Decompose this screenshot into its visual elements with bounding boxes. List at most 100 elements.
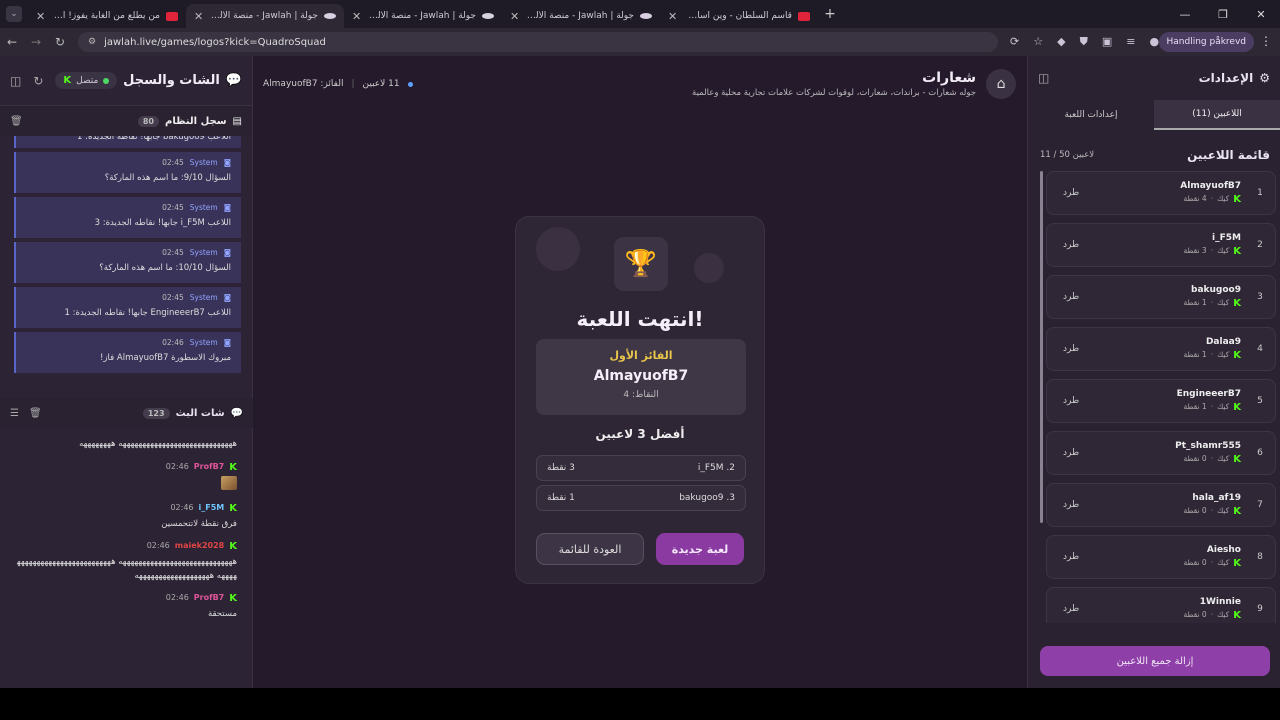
refresh-icon[interactable]: ↻ bbox=[33, 74, 43, 88]
kick-logo-icon: K bbox=[1233, 246, 1241, 257]
maximize-button[interactable]: ❐ bbox=[1204, 8, 1242, 21]
collapse-panel-icon[interactable]: ◫ bbox=[10, 74, 21, 88]
bot-icon: ◙ bbox=[223, 158, 231, 167]
new-game-button[interactable]: لعبة جديدة bbox=[656, 533, 744, 565]
media-icon[interactable]: ≡ bbox=[1126, 35, 1135, 49]
player-name: hala_af19 bbox=[1192, 493, 1241, 503]
close-icon[interactable]: ✕ bbox=[352, 10, 361, 23]
close-icon[interactable]: ✕ bbox=[668, 10, 677, 23]
tab-search-button[interactable]: ⌄ bbox=[0, 0, 28, 28]
close-icon[interactable]: ✕ bbox=[194, 10, 203, 23]
browser-tab-bar: ⌄ من يطلع من الغابة يفوز! اخر شخص ✕ جولة… bbox=[0, 0, 1280, 28]
collapse-panel-icon[interactable]: ◫ bbox=[1038, 71, 1049, 85]
taskbar-area bbox=[0, 688, 1280, 720]
chat-bubble-icon: 💬 bbox=[225, 73, 242, 88]
forward-button[interactable]: → bbox=[24, 35, 48, 49]
tab-players[interactable]: اللاعبين (11) bbox=[1154, 100, 1280, 130]
settings-title: ⚙ الإعدادات bbox=[1198, 71, 1270, 85]
profile-avatar-icon[interactable]: ● bbox=[1149, 35, 1159, 49]
player-name: Dalaa9 bbox=[1205, 337, 1241, 347]
back-button[interactable]: ← bbox=[0, 35, 24, 49]
profile-button[interactable]: Handling påkrevd bbox=[1158, 32, 1254, 52]
bot-icon: ◙ bbox=[223, 248, 231, 257]
jawlah-icon bbox=[482, 13, 494, 19]
browser-tab[interactable]: جولة | Jawlah - منصة الألعاب الت ✕ bbox=[344, 4, 502, 28]
kick-player-button[interactable]: طرد bbox=[1063, 344, 1079, 354]
chevron-down-icon: ⌄ bbox=[6, 6, 22, 22]
home-icon: ⌂ bbox=[996, 76, 1006, 92]
remove-all-players-button[interactable]: إزالة جميع اللاعبين bbox=[1040, 646, 1270, 676]
back-to-list-button[interactable]: العودة للقائمة bbox=[536, 533, 644, 565]
kick-logo-icon: K bbox=[1233, 610, 1241, 621]
trash-icon[interactable]: 🗑 bbox=[10, 116, 23, 127]
player-list[interactable]: طرد 1 AlmayuofB7 K كيك · 4 نقطة طرد 2 i_F… bbox=[1040, 171, 1276, 623]
minimize-button[interactable]: — bbox=[1166, 8, 1204, 21]
close-window-button[interactable]: ✕ bbox=[1242, 8, 1280, 21]
close-icon[interactable]: ✕ bbox=[510, 10, 519, 23]
system-log-list[interactable]: اللاعب bakugoo9 جابها! نقاطه الجديدة: 1 ◙… bbox=[0, 136, 253, 382]
player-row: طرد 4 Dalaa9 K كيك · 1 نقطة bbox=[1046, 327, 1276, 371]
kick-logo-icon: K bbox=[1233, 454, 1241, 465]
bot-icon: ◙ bbox=[223, 293, 231, 302]
align-icon[interactable]: ☰ bbox=[10, 408, 19, 419]
browser-tab[interactable]: جولة | Jawlah - منصة الألعاب الت ✕ bbox=[186, 4, 344, 28]
extensions-puzzle-icon[interactable]: ▣ bbox=[1102, 35, 1112, 49]
url-bar[interactable]: ⚙ jawlah.live/games/logos?kick=QuadroSqu… bbox=[78, 32, 998, 52]
chat-message: K ProfB7 02:46 مستحقة bbox=[165, 593, 237, 620]
player-row: طرد 5 EngineeerB7 K كيك · 1 نقطة bbox=[1046, 379, 1276, 423]
status-dot bbox=[103, 77, 110, 84]
browser-tab[interactable]: قاسم السلطان - وين اسال | تجربة ✕ bbox=[660, 4, 818, 28]
kick-player-button[interactable]: طرد bbox=[1063, 188, 1079, 198]
tab-game-settings[interactable]: إعدادات اللعبة bbox=[1028, 100, 1154, 130]
game-over-title: انتهت اللعبة! bbox=[576, 307, 704, 331]
connection-status-badge: K متصل bbox=[55, 72, 118, 89]
kick-player-button[interactable]: طرد bbox=[1063, 448, 1079, 458]
kick-logo-icon: K bbox=[1233, 350, 1241, 361]
jawlah-icon bbox=[640, 13, 652, 19]
kick-player-button[interactable]: طرد bbox=[1063, 396, 1079, 406]
player-row: طرد 6 Pt_shamr555 K كيك · 0 نقطة bbox=[1046, 431, 1276, 475]
stream-chat-list[interactable]: هههههههههههههههههههههههههههههه ههههههههه… bbox=[0, 434, 253, 686]
translate-icon[interactable]: ⟳ bbox=[1010, 35, 1019, 49]
kick-logo-icon: K bbox=[229, 541, 237, 553]
menu-kebab-icon[interactable]: ⋮ bbox=[1260, 34, 1272, 48]
player-row: طرد 7 hala_af19 K كيك · 0 نقطة bbox=[1046, 483, 1276, 527]
player-name: EngineeerB7 bbox=[1176, 389, 1241, 399]
game-over-card: 🏆 انتهت اللعبة! الفائز الأول AlmayuofB7 … bbox=[515, 216, 765, 584]
close-icon[interactable]: ✕ bbox=[36, 10, 45, 23]
log-item: ◙ System 02:45 السؤال 9/10: ما اسم هذه ال… bbox=[14, 152, 241, 193]
winner-box: الفائز الأول AlmayuofB7 النقاط: 4 bbox=[536, 339, 746, 415]
trophy-icon: 🏆 bbox=[614, 237, 668, 291]
game-status: 11 لاعبين | الفائز: AlmayuofB7 bbox=[263, 79, 413, 89]
new-tab-button[interactable]: + bbox=[818, 6, 842, 22]
game-area: 11 لاعبين | الفائز: AlmayuofB7 ⌂ شعارات … bbox=[253, 56, 1026, 688]
bookmark-star-icon[interactable]: ☆ bbox=[1033, 35, 1043, 49]
kick-player-button[interactable]: طرد bbox=[1063, 604, 1079, 614]
player-row: طرد 8 Aiesho K كيك · 0 نقطة bbox=[1046, 535, 1276, 579]
bot-icon: ◙ bbox=[223, 203, 231, 212]
chat-count-badge: 123 bbox=[142, 407, 170, 419]
kick-player-button[interactable]: طرد bbox=[1063, 552, 1079, 562]
reload-button[interactable]: ↻ bbox=[48, 35, 72, 49]
log-item: ◙ System 02:45 السؤال 10/10: ما اسم هذه ا… bbox=[14, 242, 241, 283]
log-item: ◙ System 02:45 اللاعب EngineeerB7 جابها! … bbox=[14, 287, 241, 328]
extension-icon[interactable]: ◆ bbox=[1057, 35, 1065, 49]
kick-player-button[interactable]: طرد bbox=[1063, 292, 1079, 302]
log-icon: ▤ bbox=[232, 115, 242, 127]
trash-icon[interactable]: 🗑 bbox=[29, 408, 42, 419]
shield-icon[interactable]: ⛊ bbox=[1080, 35, 1088, 49]
home-button[interactable]: ⌂ bbox=[986, 69, 1016, 99]
browser-tab[interactable]: من يطلع من الغابة يفوز! اخر شخص ✕ bbox=[28, 4, 186, 28]
panel-title: 💬 الشات والسجل bbox=[123, 73, 242, 88]
kick-logo-icon: K bbox=[63, 75, 72, 86]
kick-player-button[interactable]: طرد bbox=[1063, 240, 1079, 250]
site-info-icon[interactable]: ⚙ bbox=[88, 37, 96, 47]
url-text: jawlah.live/games/logos?kick=QuadroSquad bbox=[104, 36, 326, 48]
window-controls: — ❐ ✕ bbox=[1166, 0, 1280, 28]
settings-panel: ◫ ⚙ الإعدادات إعدادات اللعبة اللاعبين (1… bbox=[1027, 56, 1280, 688]
browser-tab[interactable]: جولة | Jawlah - منصة الألعاب الت ✕ bbox=[502, 4, 660, 28]
kick-player-button[interactable]: طرد bbox=[1063, 500, 1079, 510]
player-count: 11 / 50 لاعبين bbox=[1040, 150, 1095, 160]
winner-points: النقاط: 4 bbox=[623, 390, 659, 400]
winner-name: AlmayuofB7 bbox=[593, 368, 689, 384]
